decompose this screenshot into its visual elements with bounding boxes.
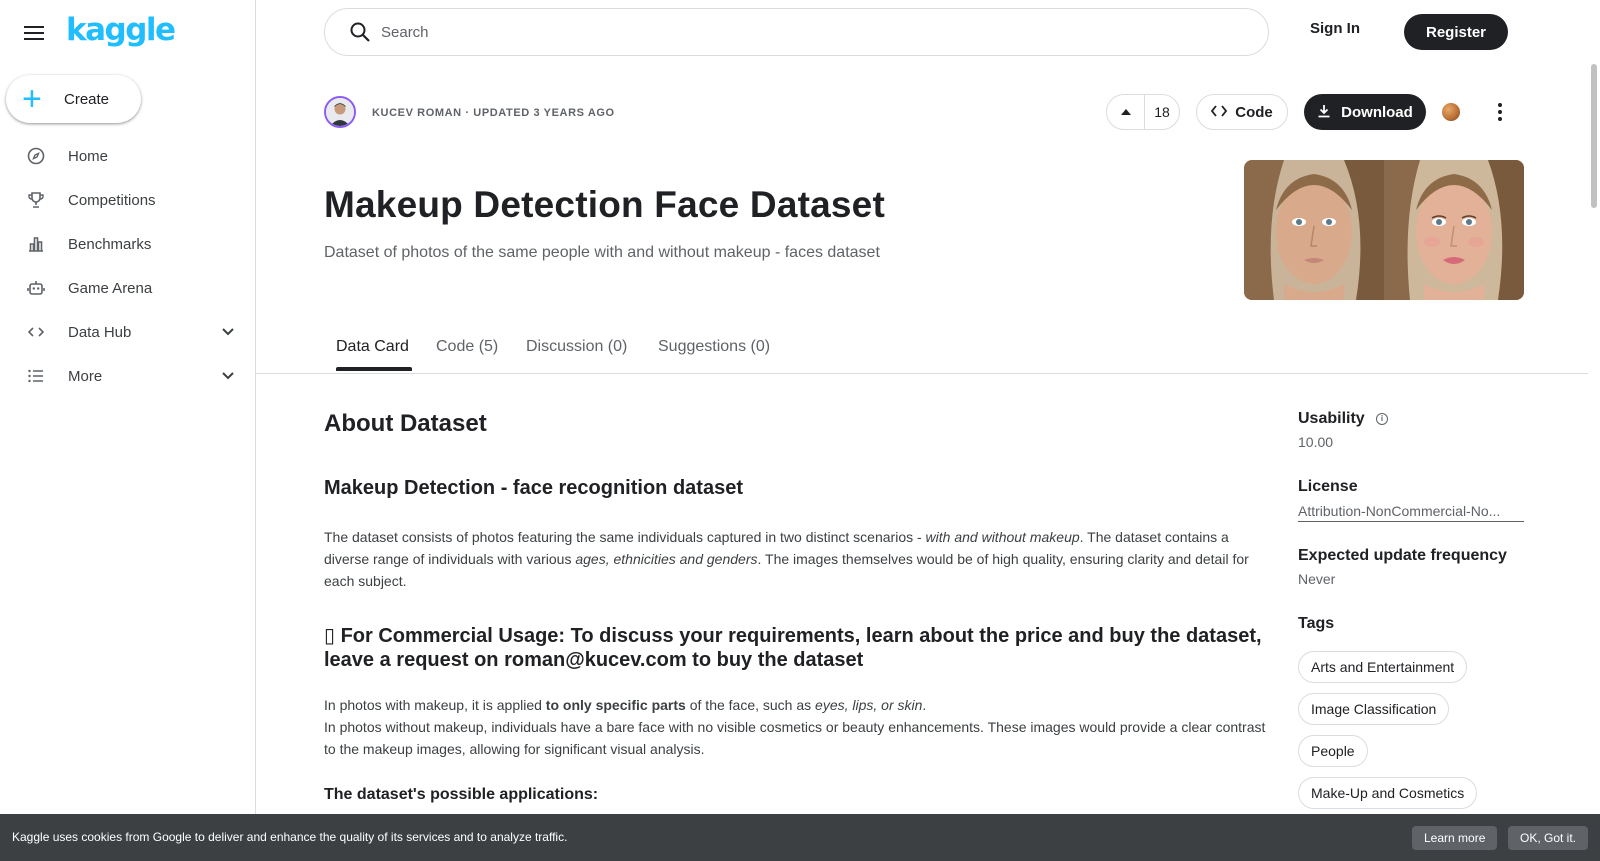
tab-bar: Data Card Code (5) Discussion (0) Sugges… [256,322,1588,374]
commercial-usage-heading: ▯ For Commercial Usage: To discuss your … [324,625,1262,671]
trophy-icon [26,190,46,210]
active-tab-indicator [336,367,412,371]
compass-icon [26,146,46,166]
tag-chip[interactable]: People [1298,735,1368,767]
bronze-medal-icon[interactable] [1442,103,1460,121]
dataset-section-heading: Makeup Detection - face recognition data… [324,477,743,499]
ok-got-it-button[interactable]: OK, Got it. [1508,826,1589,850]
chevron-down-icon[interactable] [222,325,234,339]
sidebar-item-data-hub[interactable]: Data Hub [0,310,256,354]
sidebar-item-label: More [68,367,103,385]
sidebar-item-competitions[interactable]: Competitions [0,178,256,222]
author-avatar[interactable] [324,96,356,128]
list-icon [26,366,46,386]
code-button[interactable]: Code [1196,94,1288,130]
search-input[interactable] [381,23,1181,41]
download-button-label: Download [1341,103,1413,121]
download-button[interactable]: Download [1304,94,1426,130]
page-subtitle: Dataset of photos of the same people wit… [324,244,880,261]
usability-label: Usability [1298,410,1365,427]
code-icon [1211,104,1228,120]
register-button[interactable]: Register [1404,14,1508,50]
vote-widget: 18 [1106,94,1180,130]
license-link[interactable]: Attribution-NonCommercial-No... [1298,503,1524,522]
sidebar-item-label: Benchmarks [68,235,152,253]
author-line[interactable]: KUCEV ROMAN · UPDATED 3 YEARS AGO [372,107,615,119]
more-options-icon[interactable] [1490,100,1510,124]
cookie-banner: Kaggle uses cookies from Google to deliv… [0,814,1600,861]
code-icon [26,322,46,342]
sidebar-item-game-arena[interactable]: Game Arena [0,266,256,310]
chevron-down-icon[interactable] [222,369,234,383]
sidebar-item-label: Competitions [68,191,156,209]
face-with-makeup-image [1384,160,1524,300]
download-icon [1317,104,1331,121]
sidebar-item-label: Game Arena [68,279,153,297]
cookie-text: Kaggle uses cookies from Google to deliv… [12,830,568,844]
dataset-cover-image [1244,160,1524,300]
face-without-makeup-image [1244,160,1384,300]
search-icon [349,21,371,43]
tag-chip[interactable]: Arts and Entertainment [1298,651,1468,683]
tag-chip[interactable]: Make-Up and Cosmetics [1298,777,1478,809]
makeup-paragraph: In photos with makeup, it is applied to … [324,697,927,713]
code-button-label: Code [1235,103,1273,121]
frequency-label: Expected update frequency [1298,547,1507,564]
bar-chart-icon [26,234,46,254]
sidebar-item-label: Data Hub [68,323,132,341]
create-button[interactable]: + Create [6,75,141,123]
scrollbar-thumb[interactable] [1591,64,1597,208]
tab-discussion[interactable]: Discussion (0) [526,338,627,356]
robot-icon [26,278,46,298]
sign-in-link[interactable]: Sign In [1310,20,1360,44]
vote-count[interactable]: 18 [1145,104,1179,120]
plus-icon: + [22,80,42,118]
tab-code[interactable]: Code (5) [436,338,498,356]
sidebar-item-benchmarks[interactable]: Benchmarks [0,222,256,266]
hamburger-menu-icon[interactable] [24,22,48,42]
tags-label: Tags [1298,615,1335,632]
info-icon[interactable]: i [1376,413,1388,425]
sidebar-item-more[interactable]: More [0,354,256,398]
create-button-label: Create [64,90,110,108]
description-paragraph: The dataset consists of photos featuring… [324,529,1249,589]
kaggle-logo[interactable]: kaggle [66,12,176,48]
license-label: License [1298,478,1358,495]
tab-data-card[interactable]: Data Card [336,338,409,356]
missing-glyph-icon: ▯ [324,625,336,647]
about-dataset-heading: About Dataset [324,410,487,437]
search-bar[interactable] [324,8,1269,56]
learn-more-button[interactable]: Learn more [1412,826,1498,850]
sidebar-item-label: Home [68,147,109,165]
upvote-arrow-icon[interactable] [1107,95,1145,129]
tab-suggestions[interactable]: Suggestions (0) [658,338,770,356]
page-title: Makeup Detection Face Dataset [324,184,885,225]
sidebar-item-home[interactable]: Home [0,134,256,178]
sidebar: kaggle + Create Home Competitions Benchm… [0,0,256,861]
no-makeup-paragraph: In photos without makeup, individuals ha… [324,719,1266,757]
usability-value: 10.00 [1298,434,1334,450]
tag-chip[interactable]: Image Classification [1298,693,1450,725]
page-scrollbar[interactable] [1588,0,1600,861]
applications-heading: The dataset's possible applications: [324,786,599,803]
frequency-value: Never [1298,571,1336,587]
